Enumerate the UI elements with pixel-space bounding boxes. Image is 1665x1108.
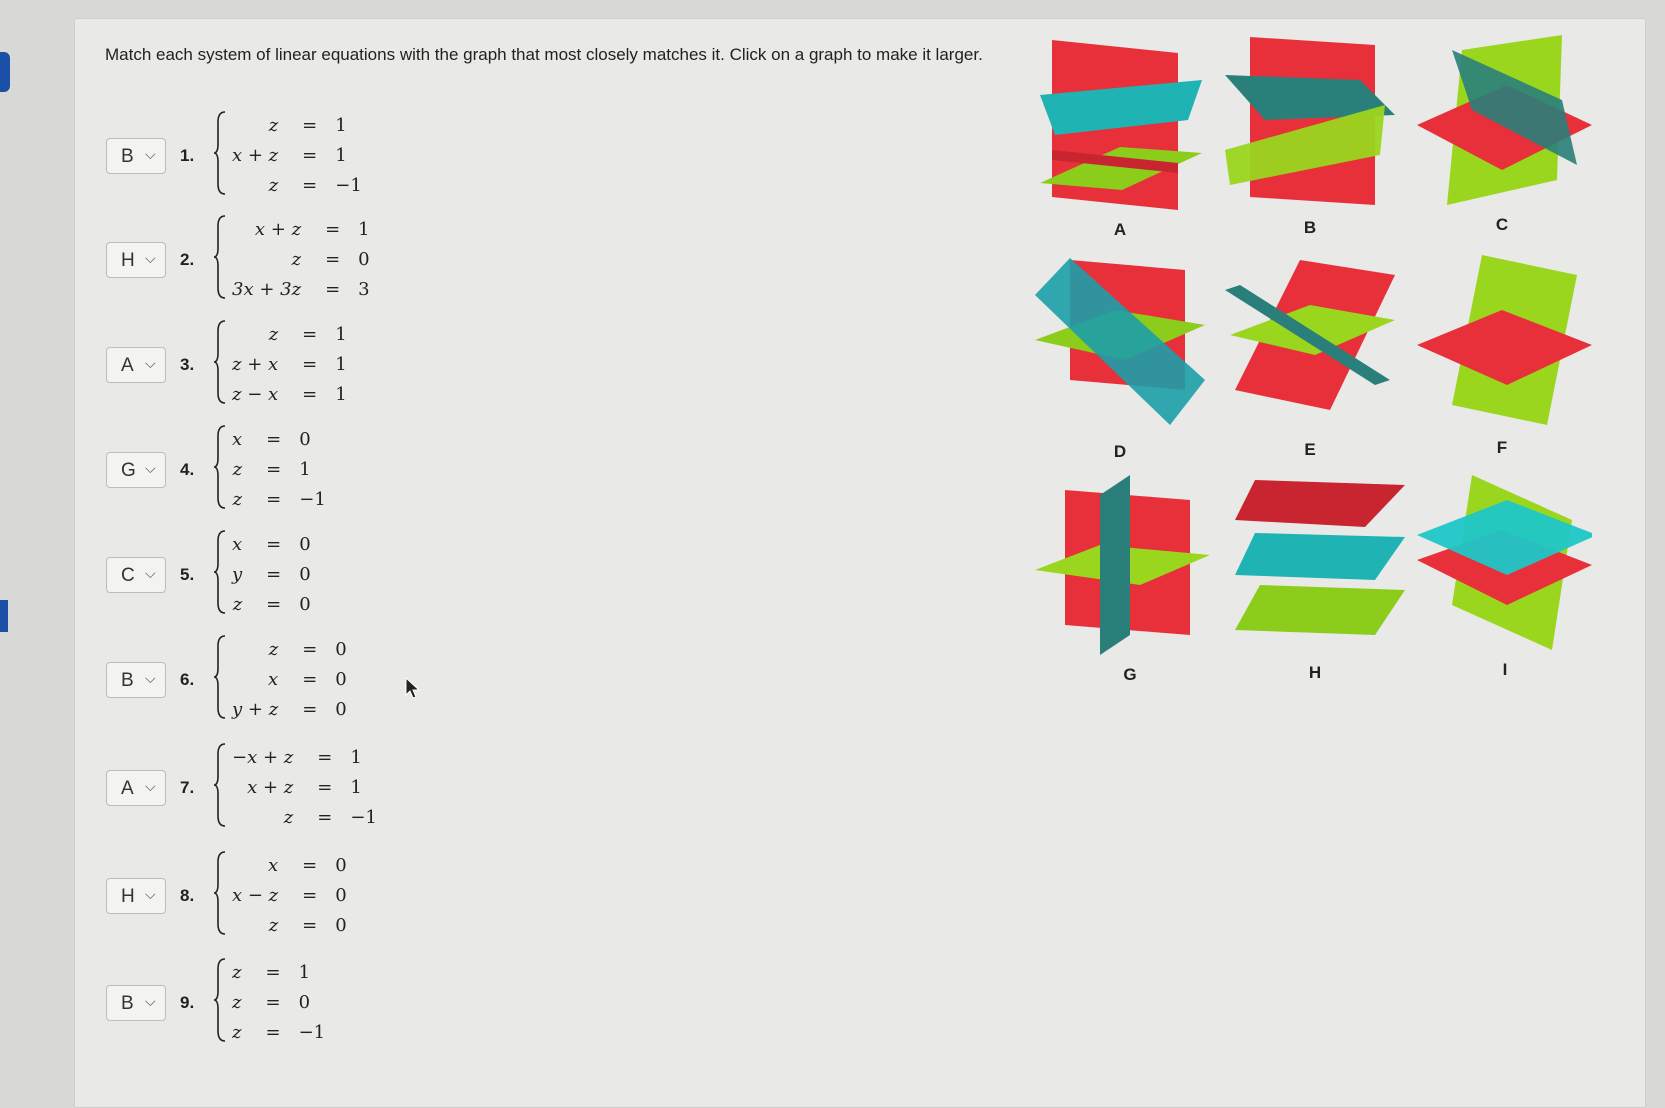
answer-select-6[interactable]: B ⌵ [106, 662, 166, 698]
answer-select-5[interactable]: C ⌵ [106, 557, 166, 593]
graph-g[interactable] [1030, 475, 1210, 695]
graph-label-d: D [1113, 442, 1127, 461]
graph-f[interactable] [1412, 250, 1592, 470]
planes-graph-a [1040, 40, 1202, 210]
side-tab[interactable] [0, 52, 10, 92]
answer-select-8[interactable]: H ⌵ [106, 878, 166, 914]
chevron-down-icon: ⌵ [145, 993, 156, 1009]
brace-icon [213, 958, 226, 1042]
answer-select-9[interactable]: B ⌵ [106, 985, 166, 1021]
planes-graph-c [1417, 35, 1592, 205]
instructions-text: Match each system of linear equations wi… [105, 45, 983, 64]
chevron-down-icon: ⌵ [145, 355, 156, 371]
problem-7: A ⌵ 7. −x + z = 1 x + z = 1 z = −1 [100, 740, 520, 834]
problem-4: G ⌵ 4. x = 0 z = 1 z = −1 [100, 422, 520, 516]
chevron-down-icon: ⌵ [145, 460, 156, 476]
equation-system: −x + z = 1 x + z = 1 z = −1 [232, 746, 377, 828]
planes-graph-h [1235, 480, 1405, 635]
answer-select-7[interactable]: A ⌵ [106, 770, 166, 806]
graph-label-a: A [1113, 220, 1127, 239]
problem-number: 9. [180, 993, 195, 1012]
chevron-down-icon: ⌵ [145, 886, 156, 902]
problem-number: 8. [180, 886, 195, 905]
problem-number: 6. [180, 670, 195, 689]
planes-graph-g [1035, 475, 1210, 655]
planes-graph-i [1417, 475, 1592, 650]
graph-label-c: C [1495, 215, 1509, 234]
equation-system: z = 1 z + x = 1 z − x = 1 [232, 323, 347, 405]
equation-system: x = 0 x − z = 0 z = 0 [232, 854, 347, 936]
planes-graph-d [1035, 258, 1205, 425]
chevron-down-icon: ⌵ [145, 250, 156, 266]
problem-number: 4. [180, 460, 195, 479]
graph-label-b: B [1303, 218, 1317, 237]
problem-number: 3. [180, 355, 195, 374]
brace-icon [213, 530, 226, 614]
equation-system: x = 0 z = 1 z = −1 [232, 428, 326, 510]
brace-icon [213, 215, 226, 299]
graph-h[interactable] [1225, 475, 1405, 695]
graph-label-f: F [1496, 438, 1508, 457]
equation-system: x + z = 1 z = 0 3x + 3z = 3 [232, 218, 370, 300]
equation-system: x = 0 y = 0 z = 0 [232, 533, 311, 615]
problem-3: A ⌵ 3. z = 1 z + x = 1 z − x = 1 [100, 317, 520, 411]
side-tab-secondary[interactable] [0, 600, 8, 632]
chevron-down-icon: ⌵ [145, 670, 156, 686]
problem-5: C ⌵ 5. x = 0 y = 0 z = 0 [100, 527, 520, 621]
brace-icon [213, 743, 226, 827]
problem-1: B ⌵ 1. z = 1 x + z = 1 z = −1 [100, 108, 520, 202]
problem-number: 7. [180, 778, 195, 797]
chevron-down-icon: ⌵ [145, 146, 156, 162]
graph-i[interactable] [1412, 470, 1592, 690]
brace-icon [213, 851, 226, 935]
planes-graph-f [1417, 255, 1592, 425]
equation-system: z = 1 x + z = 1 z = −1 [232, 114, 362, 196]
problem-8: H ⌵ 8. x = 0 x − z = 0 z = 0 [100, 848, 520, 942]
chevron-down-icon: ⌵ [145, 565, 156, 581]
planes-graph-b [1225, 37, 1395, 205]
problem-number: 1. [180, 146, 195, 165]
equation-system: z = 1 z = 0 z = −1 [232, 961, 326, 1043]
answer-select-3[interactable]: A ⌵ [106, 347, 166, 383]
problem-2: H ⌵ 2. x + z = 1 z = 0 3x + 3z = 3 [100, 212, 520, 306]
answer-select-1[interactable]: B ⌵ [106, 138, 166, 174]
graph-e[interactable] [1220, 250, 1400, 470]
brace-icon [213, 111, 226, 195]
brace-icon [213, 635, 226, 719]
graph-label-e: E [1304, 440, 1316, 459]
answer-select-4[interactable]: G ⌵ [106, 452, 166, 488]
brace-icon [213, 425, 226, 509]
problem-6: B ⌵ 6. z = 0 x = 0 y + z = 0 [100, 632, 520, 726]
equation-system: z = 0 x = 0 y + z = 0 [232, 638, 347, 720]
problem-number: 5. [180, 565, 195, 584]
chevron-down-icon: ⌵ [145, 778, 156, 794]
planes-graph-e [1225, 260, 1395, 410]
graph-label-h: H [1308, 663, 1322, 682]
graph-label-i: I [1502, 660, 1508, 679]
graph-d[interactable] [1030, 250, 1210, 470]
mouse-cursor-icon [405, 677, 421, 699]
answer-select-2[interactable]: H ⌵ [106, 242, 166, 278]
problem-9: B ⌵ 9. z = 1 z = 0 z = −1 [100, 955, 520, 1049]
graph-label-g: G [1123, 665, 1137, 684]
brace-icon [213, 320, 226, 404]
problem-number: 2. [180, 250, 195, 269]
